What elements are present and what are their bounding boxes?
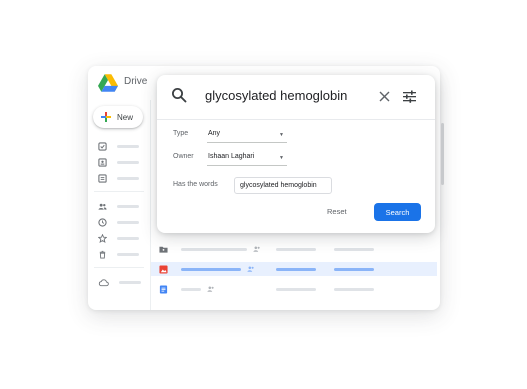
sidebar-item-starred[interactable] [98,232,142,244]
search-popup: glycosylated hemoglobin Type Any ▼ Owner… [157,75,444,233]
owner-value: Ishaan Laghari [208,153,255,160]
doc-file-icon [159,284,168,294]
sidebar-item-storage[interactable] [98,276,142,288]
type-underline [207,142,287,143]
trash-icon [99,250,106,259]
shared-people-icon [207,286,214,292]
brand-name: Drive [124,76,148,87]
sidebar-divider [94,267,144,268]
type-value: Any [208,130,221,137]
form-icon [98,173,107,183]
search-input[interactable]: glycosylated hemoglobin [205,88,347,103]
drive-logo-icon [98,74,118,92]
sidebar-item-shared[interactable] [98,200,142,212]
file-name-placeholder [181,247,247,251]
people-icon [98,203,107,210]
owner-underline [207,165,287,166]
sidebar-item-trash[interactable] [98,248,142,260]
has-words-label: Has the words [173,181,218,188]
modified-placeholder [334,247,374,251]
plus-icon [101,112,111,122]
sidebar-divider [94,191,144,192]
sidebar-item-recent[interactable] [98,216,142,228]
search-bar: glycosylated hemoglobin [157,75,435,120]
chevron-down-icon: ▼ [279,132,284,138]
new-button[interactable]: New [93,106,143,128]
sidebar-item-label-placeholder [117,220,139,224]
file-name-placeholder [181,287,201,291]
shared-people-icon [247,266,254,272]
search-icon[interactable] [171,87,187,103]
close-icon[interactable] [379,91,390,102]
file-name-placeholder [181,267,241,271]
cloud-icon [98,278,109,286]
owner-placeholder [276,247,316,251]
scrollbar[interactable] [441,123,444,185]
sidebar-item-priority[interactable] [98,140,142,152]
type-label: Type [173,130,189,137]
owner-label: Owner [173,153,194,160]
sidebar-item-label-placeholder [119,280,141,284]
file-row-selected[interactable] [151,262,437,276]
new-button-label: New [117,112,134,122]
owner-placeholder [276,287,316,291]
search-button[interactable]: Search [374,203,421,221]
reset-button[interactable]: Reset [327,207,347,216]
checkbox-icon [98,141,107,151]
sidebar-item-computers[interactable] [98,172,142,184]
star-icon [98,233,107,243]
sidebar-item-label-placeholder [117,204,139,208]
sidebar-item-label-placeholder [117,144,139,148]
tune-icon[interactable] [403,90,416,103]
sidebar-item-my-drive[interactable] [98,156,142,168]
sidebar-item-label-placeholder [117,252,139,256]
contact-icon [98,157,107,167]
chevron-down-icon: ▼ [279,155,284,161]
modified-placeholder [334,287,374,291]
file-row[interactable] [159,242,437,256]
sidebar-item-label-placeholder [117,160,139,164]
image-file-icon [159,264,168,274]
modified-placeholder [334,267,374,271]
sidebar-item-label-placeholder [117,236,139,240]
shared-people-icon [253,246,260,252]
owner-placeholder [276,267,316,271]
sidebar: Drive New [88,66,150,310]
sidebar-item-label-placeholder [117,176,139,180]
file-row[interactable] [159,282,437,296]
has-words-input[interactable]: glycosylated hemoglobin [234,177,332,194]
clock-icon [98,217,107,227]
shared-folder-icon [159,246,168,253]
